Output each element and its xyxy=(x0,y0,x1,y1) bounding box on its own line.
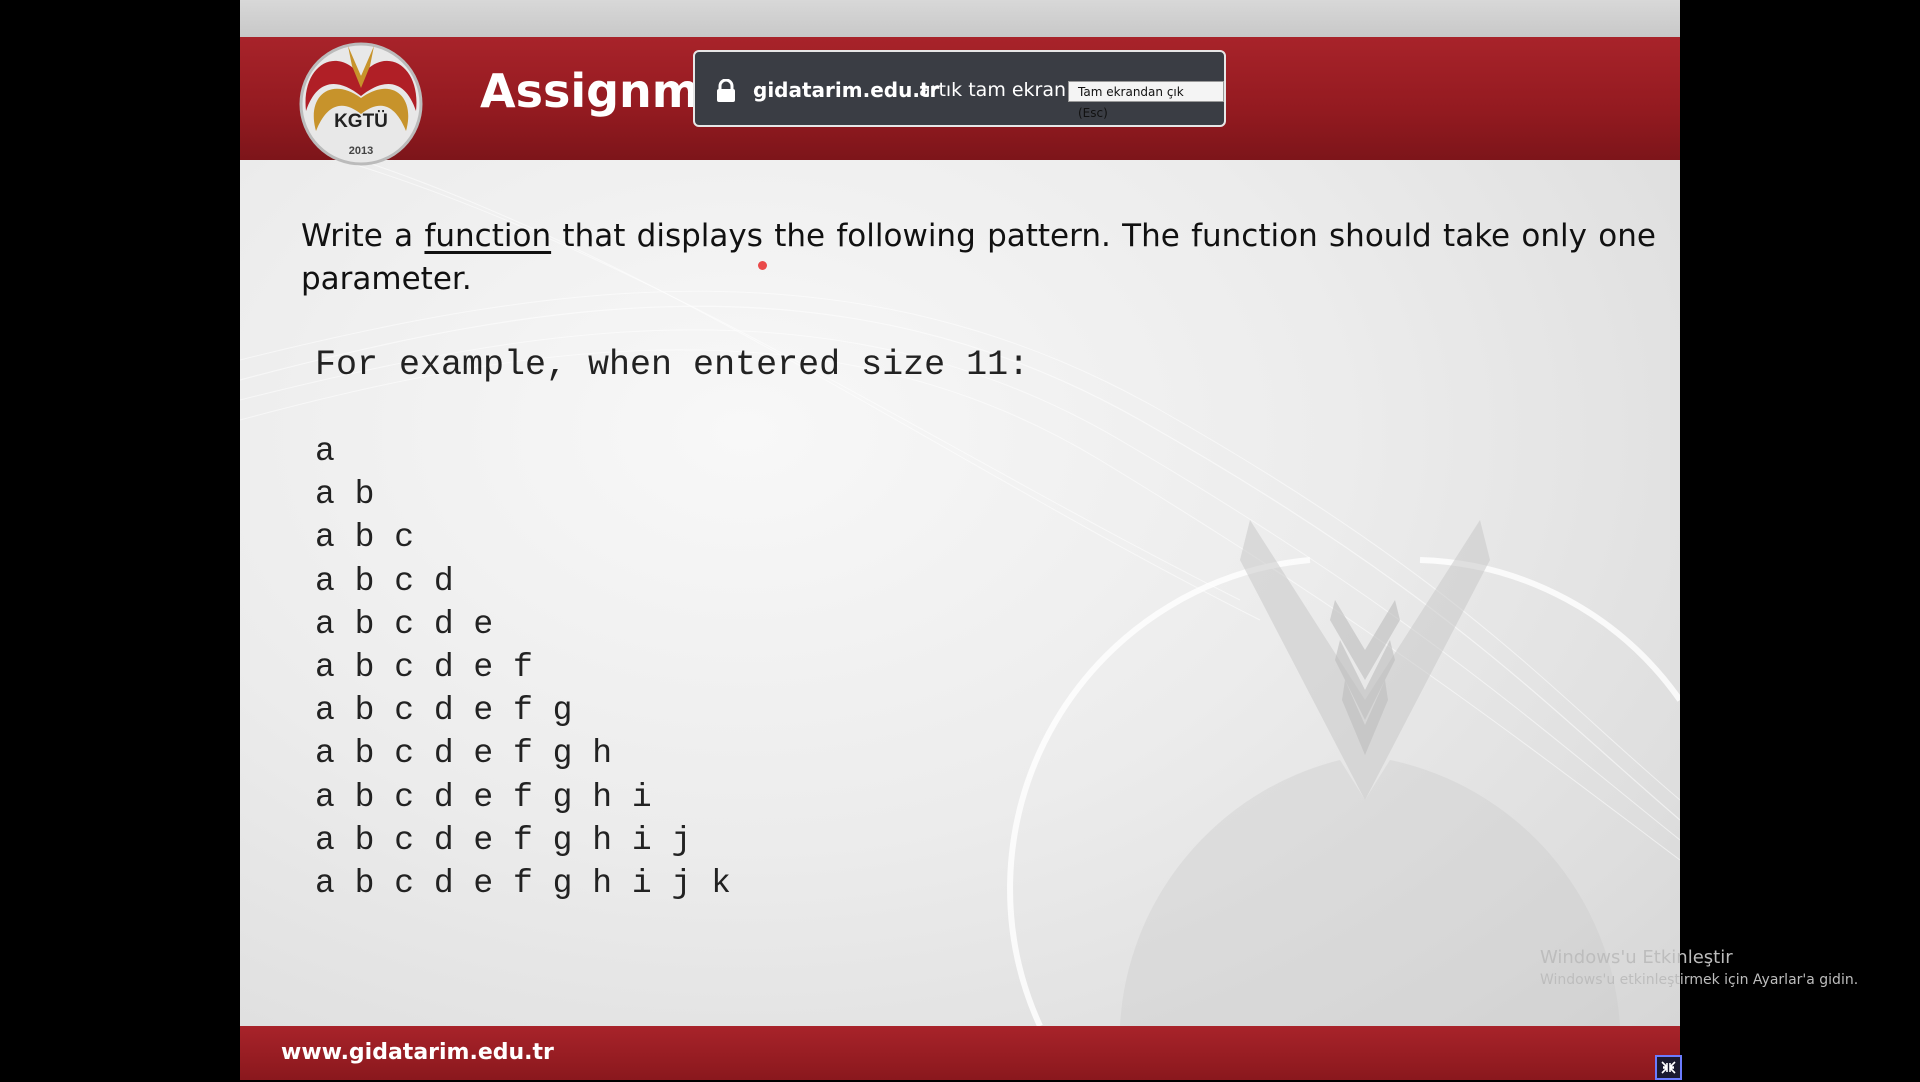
assignment-description: Write a function that displays the follo… xyxy=(301,215,1656,301)
exit-fullscreen-icon[interactable] xyxy=(1655,1055,1682,1080)
pattern-line: a b c d e xyxy=(315,605,494,643)
pattern-line: a b c d e f g h i j xyxy=(315,821,692,859)
kgtu-logo: KGTÜ 2013 xyxy=(299,42,423,166)
pattern-line: a b c d e f g h i xyxy=(315,778,652,816)
footer-url: www.gidatarim.edu.tr xyxy=(281,1040,554,1065)
description-start: Write a xyxy=(301,218,414,254)
pattern-output: a a b a b c a b c d a b c d e a b c d e f a b … xyxy=(315,430,731,905)
fullscreen-domain: gidatarim.edu.tr xyxy=(753,78,940,102)
pattern-line: a xyxy=(315,433,335,470)
lock-icon xyxy=(717,79,735,102)
pattern-line: a b c d e f g h xyxy=(315,735,613,773)
fullscreen-notification: gidatarim.edu.tr artık tam ekran Tam ekr… xyxy=(693,50,1226,127)
logo-text: KGTÜ xyxy=(334,111,388,132)
pattern-line: a b c xyxy=(315,519,415,557)
presentation-slide: KGTÜ 2013 Assignment 2 Write a function … xyxy=(240,0,1680,1080)
top-strip xyxy=(240,0,1680,37)
activation-title: Windows'u Etkinleştir xyxy=(1540,947,1733,968)
fullscreen-message: artık tam ekran xyxy=(919,79,1067,101)
pattern-line: a b c d e f g h i j k xyxy=(315,865,731,903)
logo-year: 2013 xyxy=(349,145,373,157)
function-link[interactable]: function xyxy=(424,218,551,254)
example-line: For example, when entered size 11: xyxy=(315,345,1030,385)
windows-activation-watermark: Windows'u Etkinleştir Windows'u etkinleş… xyxy=(1540,946,1858,990)
pattern-line: a b xyxy=(315,476,375,514)
exit-fullscreen-button[interactable]: Tam ekrandan çık (Esc) xyxy=(1068,81,1224,120)
pointer-indicator xyxy=(758,261,767,270)
collapse-arrows-icon xyxy=(1661,1061,1676,1074)
pattern-line: a b c d e f g xyxy=(315,692,573,730)
pattern-line: a b c d e f xyxy=(315,649,533,687)
pattern-line: a b c d xyxy=(315,562,454,600)
activation-subtitle: Windows'u etkinleştirmek için Ayarlar'a … xyxy=(1540,972,1859,988)
